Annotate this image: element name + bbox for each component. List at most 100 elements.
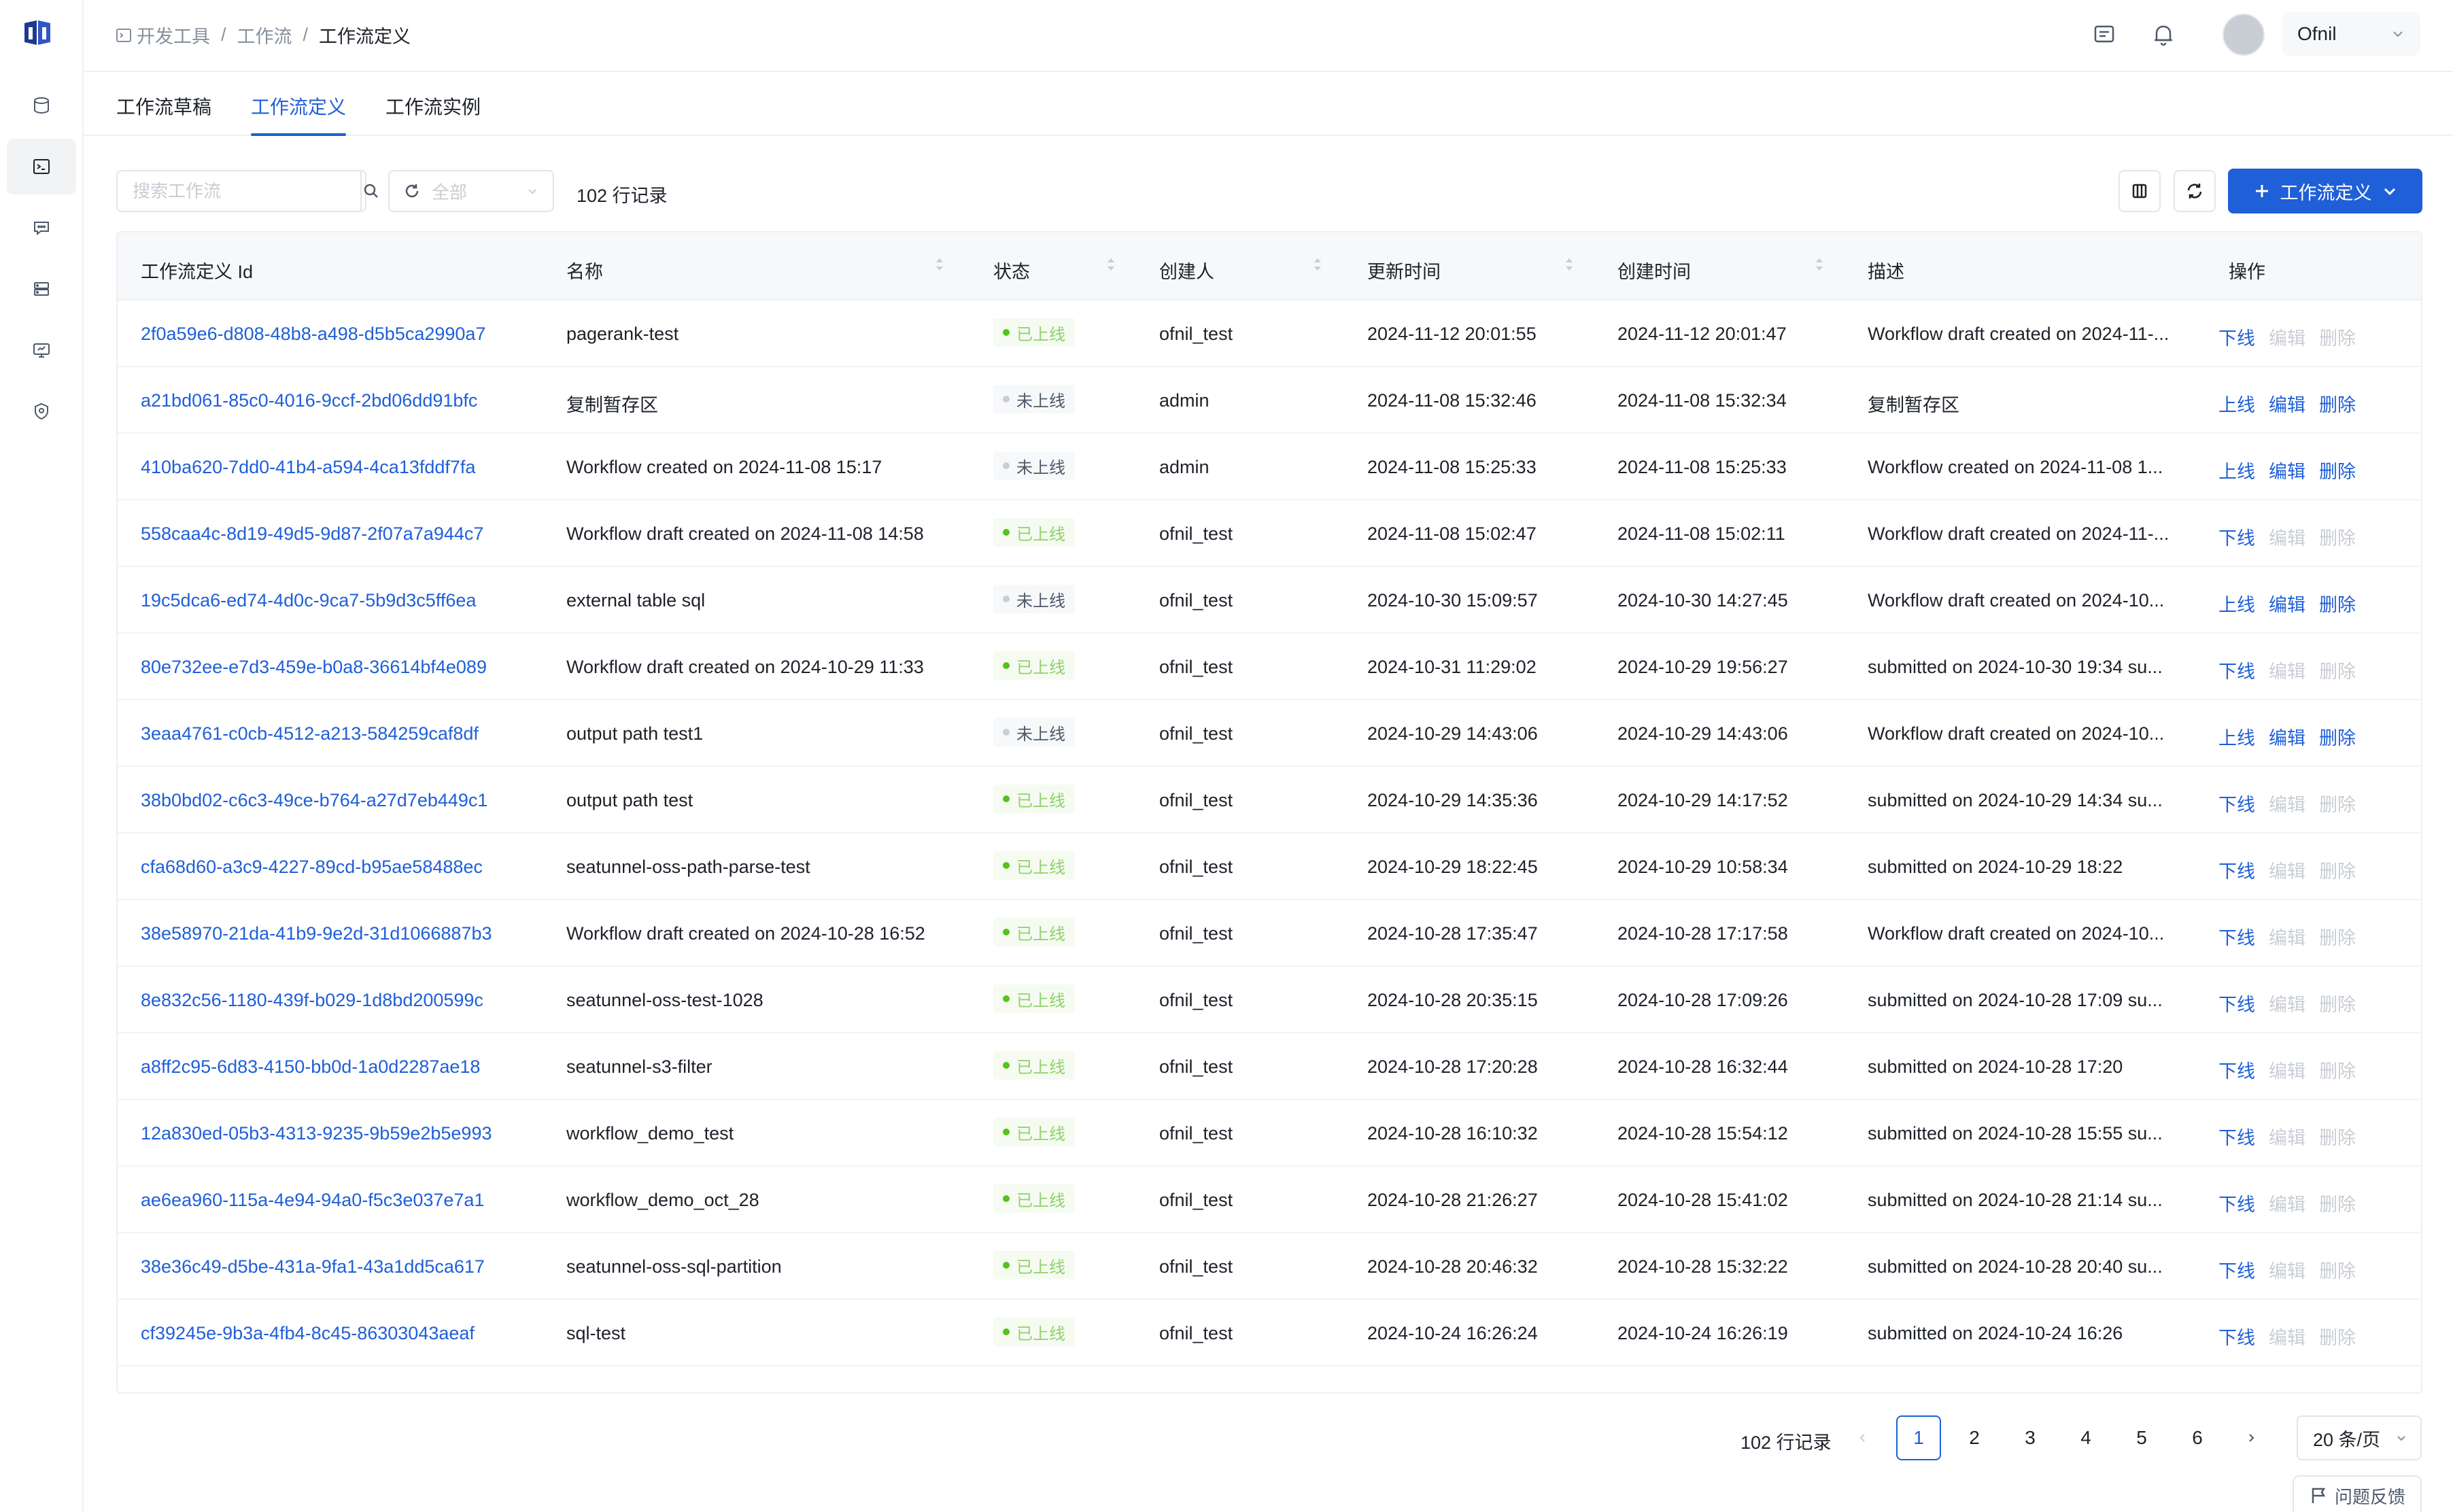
column-settings-button[interactable]: [2118, 170, 2161, 212]
creator: ofnil_test: [1159, 324, 1233, 344]
column-header[interactable]: 创建人: [1159, 257, 1214, 284]
offline-action[interactable]: 下线: [2218, 657, 2255, 683]
workflow-id-link[interactable]: 2f0a59e6-d808-48b8-a498-d5b5ca2990a7: [141, 324, 485, 345]
sidebar-item-servers[interactable]: [7, 261, 76, 317]
delete-action[interactable]: 删除: [2319, 590, 2356, 617]
edit-action[interactable]: 编辑: [2269, 723, 2305, 750]
workflow-id-link[interactable]: 80e732ee-e7d3-459e-b0a8-36614bf4e089: [141, 657, 487, 678]
offline-action[interactable]: 下线: [2218, 990, 2255, 1016]
breadcrumb-dev-tools[interactable]: 开发工具: [137, 22, 210, 48]
refresh-button[interactable]: [2174, 170, 2216, 212]
workflow-id-link[interactable]: cf39245e-9b3a-4fb4-8c45-86303043aeaf: [141, 1323, 475, 1344]
search-icon: [364, 184, 378, 198]
edit-action: 编辑: [2269, 861, 2305, 882]
search-input[interactable]: [118, 171, 360, 211]
column-header[interactable]: 创建时间: [1617, 257, 1691, 284]
pagination-page-5[interactable]: 5: [2119, 1415, 2164, 1460]
workflow-id-link[interactable]: 558caa4c-8d19-49d5-9d87-2f07a7a944c7: [141, 523, 483, 545]
status-dot: [1003, 1129, 1010, 1135]
workflow-id-link[interactable]: 8e832c56-1180-439f-b029-1d8bd200599c: [141, 990, 483, 1011]
workflow-id-link[interactable]: a8ff2c95-6d83-4150-bb0d-1a0d2287ae18: [141, 1056, 480, 1078]
pagination-page-3[interactable]: 3: [2008, 1415, 2053, 1460]
breadcrumb-current: 工作流定义: [319, 27, 411, 47]
offline-action[interactable]: 下线: [2218, 1323, 2255, 1350]
refresh-icon: [2187, 184, 2202, 199]
delete-action[interactable]: 删除: [2319, 390, 2356, 417]
edit-action: 编辑: [2269, 528, 2305, 549]
online-action[interactable]: 上线: [2218, 457, 2255, 483]
online-action[interactable]: 上线: [2218, 590, 2255, 617]
offline-action[interactable]: 下线: [2218, 1056, 2255, 1083]
pagination-page-6[interactable]: 6: [2175, 1415, 2220, 1460]
table-row: 2f0a59e6-d808-48b8-a498-d5b5ca2990a7 page…: [118, 300, 2421, 367]
page-size-select[interactable]: 20 条/页: [2297, 1415, 2422, 1460]
status-badge: 已上线: [993, 1118, 1075, 1146]
updated-time: 2024-10-28 20:46:32: [1367, 1256, 1538, 1277]
online-action[interactable]: 上线: [2218, 390, 2255, 417]
workflow-id-link[interactable]: 38e36c49-d5be-431a-9fa1-43a1dd5ca617: [141, 1256, 485, 1277]
avatar[interactable]: [2223, 14, 2265, 56]
column-header[interactable]: 更新时间: [1367, 257, 1441, 284]
table-row: 38e58970-21da-41b9-9e2d-31d1066887b3 Work…: [118, 900, 2421, 967]
column-header[interactable]: 状态: [993, 257, 1030, 284]
delete-action[interactable]: 删除: [2319, 457, 2356, 483]
workflow-id-link[interactable]: a21bd061-85c0-4016-9ccf-2bd06dd91bfc: [141, 390, 477, 411]
sidebar-item-dev-tools[interactable]: [7, 139, 76, 194]
edit-action[interactable]: 编辑: [2269, 457, 2305, 483]
offline-action[interactable]: 下线: [2218, 1190, 2255, 1216]
status-badge: 已上线: [993, 1251, 1075, 1279]
workflow-id-link[interactable]: 38e58970-21da-41b9-9e2d-31d1066887b3: [141, 923, 492, 944]
app-logo-icon[interactable]: [20, 18, 54, 49]
workflow-id-link[interactable]: 38b0bd02-c6c3-49ce-b764-a27d7eb449c1: [141, 790, 487, 811]
offline-action[interactable]: 下线: [2218, 324, 2255, 350]
pagination-page-4[interactable]: 4: [2063, 1415, 2108, 1460]
created-time: 2024-11-08 15:25:33: [1617, 457, 1787, 477]
updated-time: 2024-11-12 20:01:55: [1367, 324, 1537, 344]
tab-workflow-drafts[interactable]: 工作流草稿: [116, 92, 211, 136]
workflow-id-link[interactable]: 410ba620-7dd0-41b4-a594-4ca13fddf7fa: [141, 457, 475, 478]
creator: ofnil_test: [1159, 590, 1233, 611]
columns-icon: [2132, 184, 2147, 199]
pagination-next-button[interactable]: [2229, 1415, 2274, 1460]
workflow-id-link[interactable]: 3eaa4761-c0cb-4512-a213-584259caf8df: [141, 723, 479, 744]
online-action[interactable]: 上线: [2218, 723, 2255, 750]
tab-workflow-definitions[interactable]: 工作流定义: [251, 92, 347, 136]
workflow-id-link[interactable]: 19c5dca6-ed74-4d0c-9ca7-5b9d3c5ff6ea: [141, 590, 476, 611]
status-label: 已上线: [1016, 1124, 1065, 1144]
sort-icon[interactable]: [1814, 254, 1825, 275]
sort-icon[interactable]: [934, 254, 945, 275]
message-button[interactable]: [2087, 18, 2121, 52]
tab-workflow-instances[interactable]: 工作流实例: [385, 92, 481, 136]
workflow-id-link[interactable]: ae6ea960-115a-4e94-94a0-f5c3e037e7a1: [141, 1190, 484, 1211]
feedback-button[interactable]: 问题反馈: [2293, 1475, 2422, 1512]
offline-action[interactable]: 下线: [2218, 1256, 2255, 1283]
offline-action[interactable]: 下线: [2218, 1123, 2255, 1150]
sort-icon[interactable]: [1105, 254, 1116, 275]
workflow-id-link[interactable]: cfa68d60-a3c9-4227-89cd-b95ae58488ec: [141, 857, 483, 878]
column-header[interactable]: 名称: [566, 257, 603, 284]
edit-action[interactable]: 编辑: [2269, 590, 2305, 617]
status-dot: [1003, 1328, 1010, 1335]
offline-action[interactable]: 下线: [2218, 790, 2255, 817]
notification-button[interactable]: [2146, 18, 2180, 52]
edit-action[interactable]: 编辑: [2269, 390, 2305, 417]
create-workflow-definition-button[interactable]: 工作流定义: [2228, 169, 2422, 213]
sidebar-item-monitor[interactable]: [7, 322, 76, 378]
pagination-prev-button[interactable]: [1840, 1415, 1885, 1460]
user-select[interactable]: Ofnil: [2282, 12, 2420, 56]
pagination-page-2[interactable]: 2: [1952, 1415, 1997, 1460]
offline-action[interactable]: 下线: [2218, 857, 2255, 883]
search-button[interactable]: [360, 171, 381, 211]
sidebar-item-database[interactable]: [7, 78, 76, 133]
pagination-page-1[interactable]: 1: [1896, 1415, 1941, 1460]
offline-action[interactable]: 下线: [2218, 523, 2255, 550]
sidebar-item-messages[interactable]: [7, 200, 76, 256]
sort-icon[interactable]: [1564, 254, 1575, 275]
sidebar-item-security[interactable]: [7, 383, 76, 439]
breadcrumb-workflow[interactable]: 工作流: [237, 22, 292, 48]
workflow-id-link[interactable]: 12a830ed-05b3-4313-9235-9b59e2b5e993: [141, 1123, 492, 1144]
sort-icon[interactable]: [1312, 254, 1323, 275]
status-filter-select[interactable]: 全部: [388, 170, 554, 212]
offline-action[interactable]: 下线: [2218, 923, 2255, 950]
delete-action[interactable]: 删除: [2319, 723, 2356, 750]
